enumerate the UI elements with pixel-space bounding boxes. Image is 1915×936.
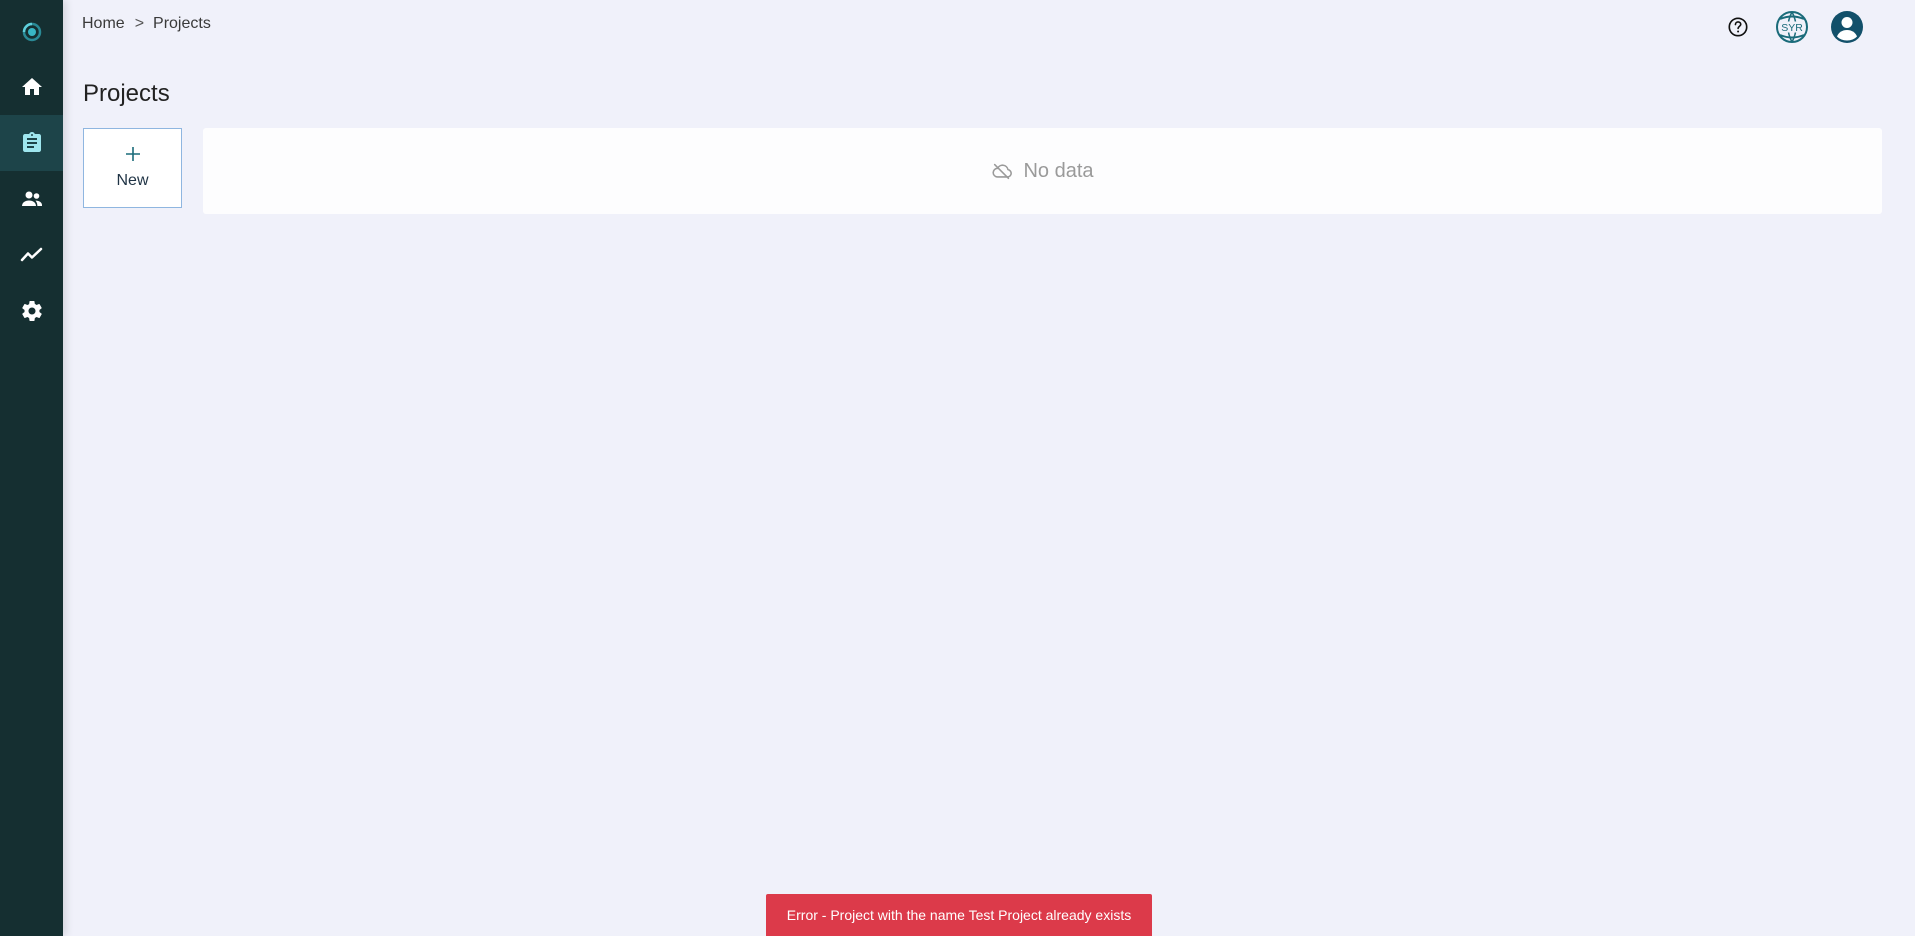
new-project-button[interactable]: New [83,128,182,208]
page-title: Projects [83,80,170,107]
clipboard-icon [22,132,41,152]
sidebar-item-projects[interactable] [0,115,63,171]
breadcrumb-separator: > [134,15,145,32]
breadcrumb-projects: Projects [153,15,211,32]
sidebar-item-settings[interactable] [0,283,63,339]
help-circle-icon [1728,17,1748,37]
language-selector[interactable]: SYR [1774,8,1810,46]
error-toast-message: Error - Project with the name Test Proje… [786,907,1132,923]
language-badge: SYR [1781,22,1803,34]
sidebar [0,0,63,936]
error-toast[interactable]: Error - Project with the name Test Proje… [766,894,1152,936]
user-account-button[interactable] [1829,8,1865,46]
gear-icon [21,301,42,322]
breadcrumb-home[interactable]: Home [82,15,125,33]
new-project-label: New [116,172,149,189]
projects-list-empty: No data [203,128,1882,214]
empty-state-message: No data [1023,159,1094,182]
sidebar-item-analytics[interactable] [0,227,63,283]
plus-icon [125,147,140,161]
trend-line-icon [20,247,42,262]
people-icon [21,191,42,206]
app-logo-icon [22,22,41,42]
home-icon [21,78,42,95]
breadcrumb: Home > Projects [82,15,211,33]
cloud-off-icon [992,163,1013,180]
globe-language-icon: SYR [1776,11,1808,43]
sidebar-item-users[interactable] [0,171,63,227]
app-logo[interactable] [0,4,63,60]
user-account-icon [1831,11,1863,43]
sidebar-item-home[interactable] [0,59,63,115]
help-button[interactable] [1726,8,1750,46]
